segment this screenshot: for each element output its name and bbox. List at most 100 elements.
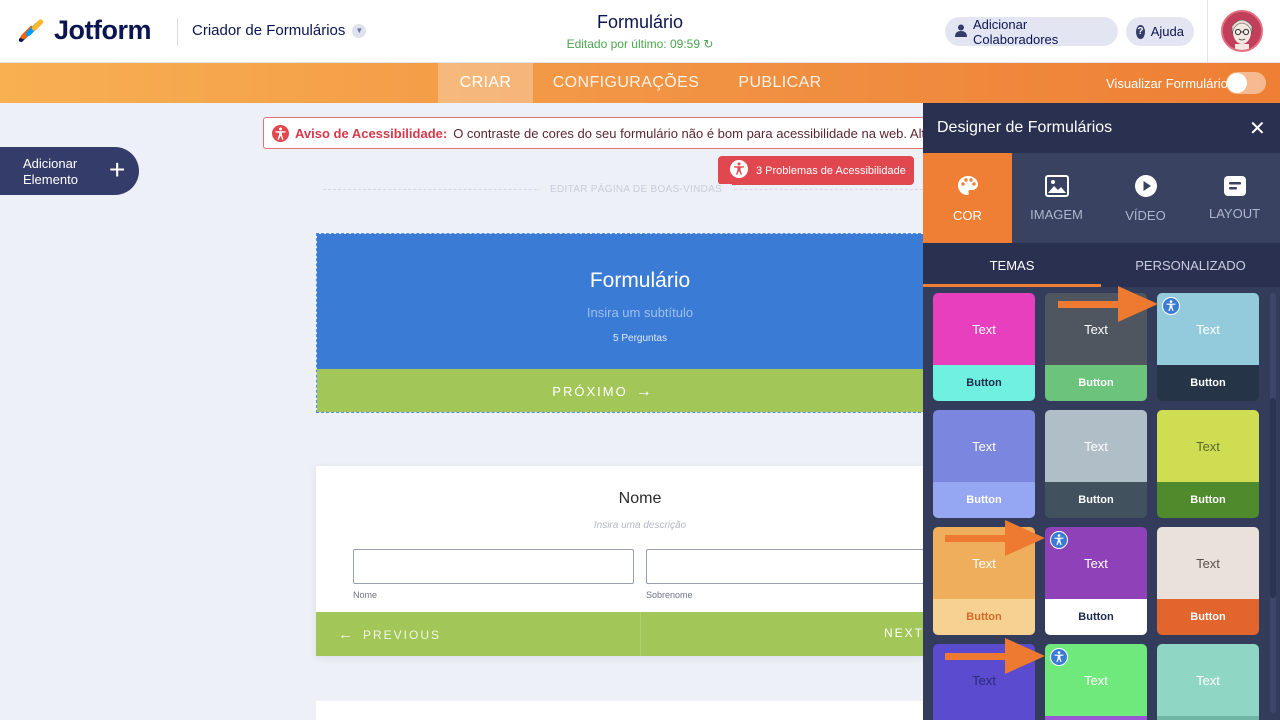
theme-card[interactable]: TextButton <box>1157 644 1259 720</box>
avatar-illustration <box>1223 12 1261 50</box>
welcome-subtitle[interactable]: Insira um subtítulo <box>317 305 925 320</box>
theme-card[interactable]: TextButton <box>1045 644 1147 720</box>
tab-imagem[interactable]: IMAGEM <box>1012 153 1101 243</box>
theme-button-preview: Button <box>933 599 1035 635</box>
designer-tabs: COR IMAGEM VÍDEO LAYOUT <box>923 153 1280 243</box>
add-element-label: Adicionar Elemento <box>23 156 78 187</box>
theme-text-preview: Text <box>933 527 1035 599</box>
theme-button-preview: Button <box>1045 482 1147 518</box>
accessibility-icon <box>272 124 289 142</box>
theme-button-preview: Button <box>933 716 1035 720</box>
designer-title: Designer de Formulários <box>937 119 1113 136</box>
question-description[interactable]: Insira uma descrição <box>316 520 926 531</box>
theme-button-preview: Button <box>1045 599 1147 635</box>
close-icon[interactable]: ✕ <box>1249 116 1266 141</box>
previous-button[interactable]: ← PREVIOUS <box>338 626 441 643</box>
builder-label: Criador de Formulários <box>192 22 346 39</box>
theme-button-preview: Button <box>933 365 1035 401</box>
edit-welcome-page-link[interactable]: EDITAR PÁGINA DE BOAS-VINDAS <box>540 184 733 195</box>
help-label: Ajuda <box>1150 24 1184 39</box>
add-element-button[interactable]: Adicionar Elemento + <box>0 147 139 195</box>
last-edited-text: Editado por último: 09:59 <box>566 37 700 51</box>
tab-video[interactable]: VÍDEO <box>1101 153 1190 243</box>
theme-card[interactable]: TextButton <box>1045 527 1147 635</box>
theme-text-preview: Text <box>1157 527 1259 599</box>
designer-subtabs: TEMAS PERSONALIZADO <box>923 243 1280 287</box>
theme-button-preview: Button <box>1157 599 1259 635</box>
accessibility-icon <box>1050 531 1068 549</box>
header-divider-right <box>1207 0 1208 63</box>
welcome-next-button[interactable]: PRÓXIMO → <box>317 369 925 412</box>
theme-text-preview: Text <box>1157 644 1259 716</box>
scrollbar-thumb[interactable] <box>1270 398 1276 598</box>
designer-header: Designer de Formulários ✕ <box>923 103 1280 153</box>
add-collaborators-button[interactable]: Adicionar Colaboradores <box>945 17 1118 47</box>
theme-card[interactable]: TextButton <box>1045 293 1147 401</box>
next-button[interactable]: NEXT <box>884 626 924 640</box>
question-footer: ← PREVIOUS NEXT <box>316 612 926 656</box>
warning-title: Aviso de Acessibilidade: <box>295 125 448 141</box>
theme-card[interactable]: TextButton <box>933 644 1035 720</box>
subtab-personalizado[interactable]: PERSONALIZADO <box>1101 243 1280 287</box>
theme-card[interactable]: TextButton <box>1157 293 1259 401</box>
top-bar: Jotform Criador de Formulários ▼ Formulá… <box>0 0 1280 63</box>
user-icon <box>955 24 967 40</box>
accessibility-icon <box>1050 648 1068 666</box>
welcome-page-card[interactable]: Formulário Insira um subtítulo 5 Pergunt… <box>316 233 926 413</box>
accessibility-icon <box>730 160 748 181</box>
palette-icon <box>957 175 978 195</box>
tab-publicar[interactable]: PUBLICAR <box>724 63 836 103</box>
theme-button-preview: Button <box>1157 482 1259 518</box>
play-icon <box>1134 174 1157 197</box>
warning-text: O contraste de cores do seu formulário n… <box>453 125 925 141</box>
subtab-active-indicator <box>923 284 1101 287</box>
welcome-title[interactable]: Formulário <box>317 269 925 293</box>
footer-divider <box>640 612 641 656</box>
tab-configuracoes[interactable]: CONFIGURAÇÕES <box>541 63 711 103</box>
logo-text: Jotform <box>54 15 152 45</box>
previous-label: PREVIOUS <box>363 627 442 642</box>
welcome-header: Formulário Insira um subtítulo 5 Pergunt… <box>317 234 925 369</box>
first-name-sublabel: Nome <box>353 590 378 600</box>
preview-form-label: Visualizar Formulário <box>1106 76 1228 91</box>
toggle-knob <box>1227 73 1247 93</box>
plus-icon: + <box>109 154 126 185</box>
theme-text-preview: Text <box>1157 410 1259 482</box>
last-name-sublabel: Sobrenome <box>646 590 693 600</box>
tab-criar[interactable]: CRIAR <box>438 63 533 103</box>
theme-card[interactable]: TextButton <box>933 527 1035 635</box>
theme-card[interactable]: TextButton <box>1157 410 1259 518</box>
tab-imagem-label: IMAGEM <box>1030 206 1083 222</box>
avatar[interactable] <box>1221 10 1263 52</box>
tab-layout[interactable]: LAYOUT <box>1190 153 1279 243</box>
question-count: 5 Perguntas <box>613 333 667 344</box>
tab-cor[interactable]: COR <box>923 153 1012 243</box>
theme-card[interactable]: TextButton <box>933 410 1035 518</box>
theme-button-preview: Button <box>1157 365 1259 401</box>
theme-button-preview: Button <box>1045 365 1147 401</box>
tab-layout-label: LAYOUT <box>1208 205 1261 221</box>
theme-text-preview: Text <box>933 644 1035 716</box>
question-title[interactable]: Nome <box>316 490 926 508</box>
theme-card[interactable]: TextButton <box>1157 527 1259 635</box>
preview-form-toggle[interactable] <box>1226 72 1266 94</box>
theme-card[interactable]: TextButton <box>933 293 1035 401</box>
next-label: PRÓXIMO <box>552 384 628 399</box>
accessibility-problems-button[interactable]: 3 Problemas de Acessibilidade <box>718 156 914 185</box>
last-name-input[interactable] <box>646 549 926 584</box>
builder-dropdown[interactable]: Criador de Formulários ▼ <box>192 22 367 39</box>
theme-card[interactable]: TextButton <box>1045 410 1147 518</box>
theme-button-preview: Button <box>1157 716 1259 720</box>
question-icon: ? <box>1136 24 1145 39</box>
theme-text-preview: Text <box>933 410 1035 482</box>
question-card-next[interactable] <box>316 701 926 720</box>
jotform-logo-icon <box>18 18 44 42</box>
question-card-nome[interactable]: Nome Insira uma descrição Nome Sobrenome… <box>316 466 926 656</box>
theme-text-preview: Text <box>1045 410 1147 482</box>
help-button[interactable]: ? Ajuda <box>1126 17 1194 46</box>
subtab-temas[interactable]: TEMAS <box>923 243 1101 287</box>
first-name-input[interactable] <box>353 549 634 584</box>
problems-label: 3 Problemas de Acessibilidade <box>756 164 906 177</box>
jotform-logo[interactable]: Jotform <box>16 15 152 46</box>
form-title[interactable]: Formulário <box>540 12 740 33</box>
